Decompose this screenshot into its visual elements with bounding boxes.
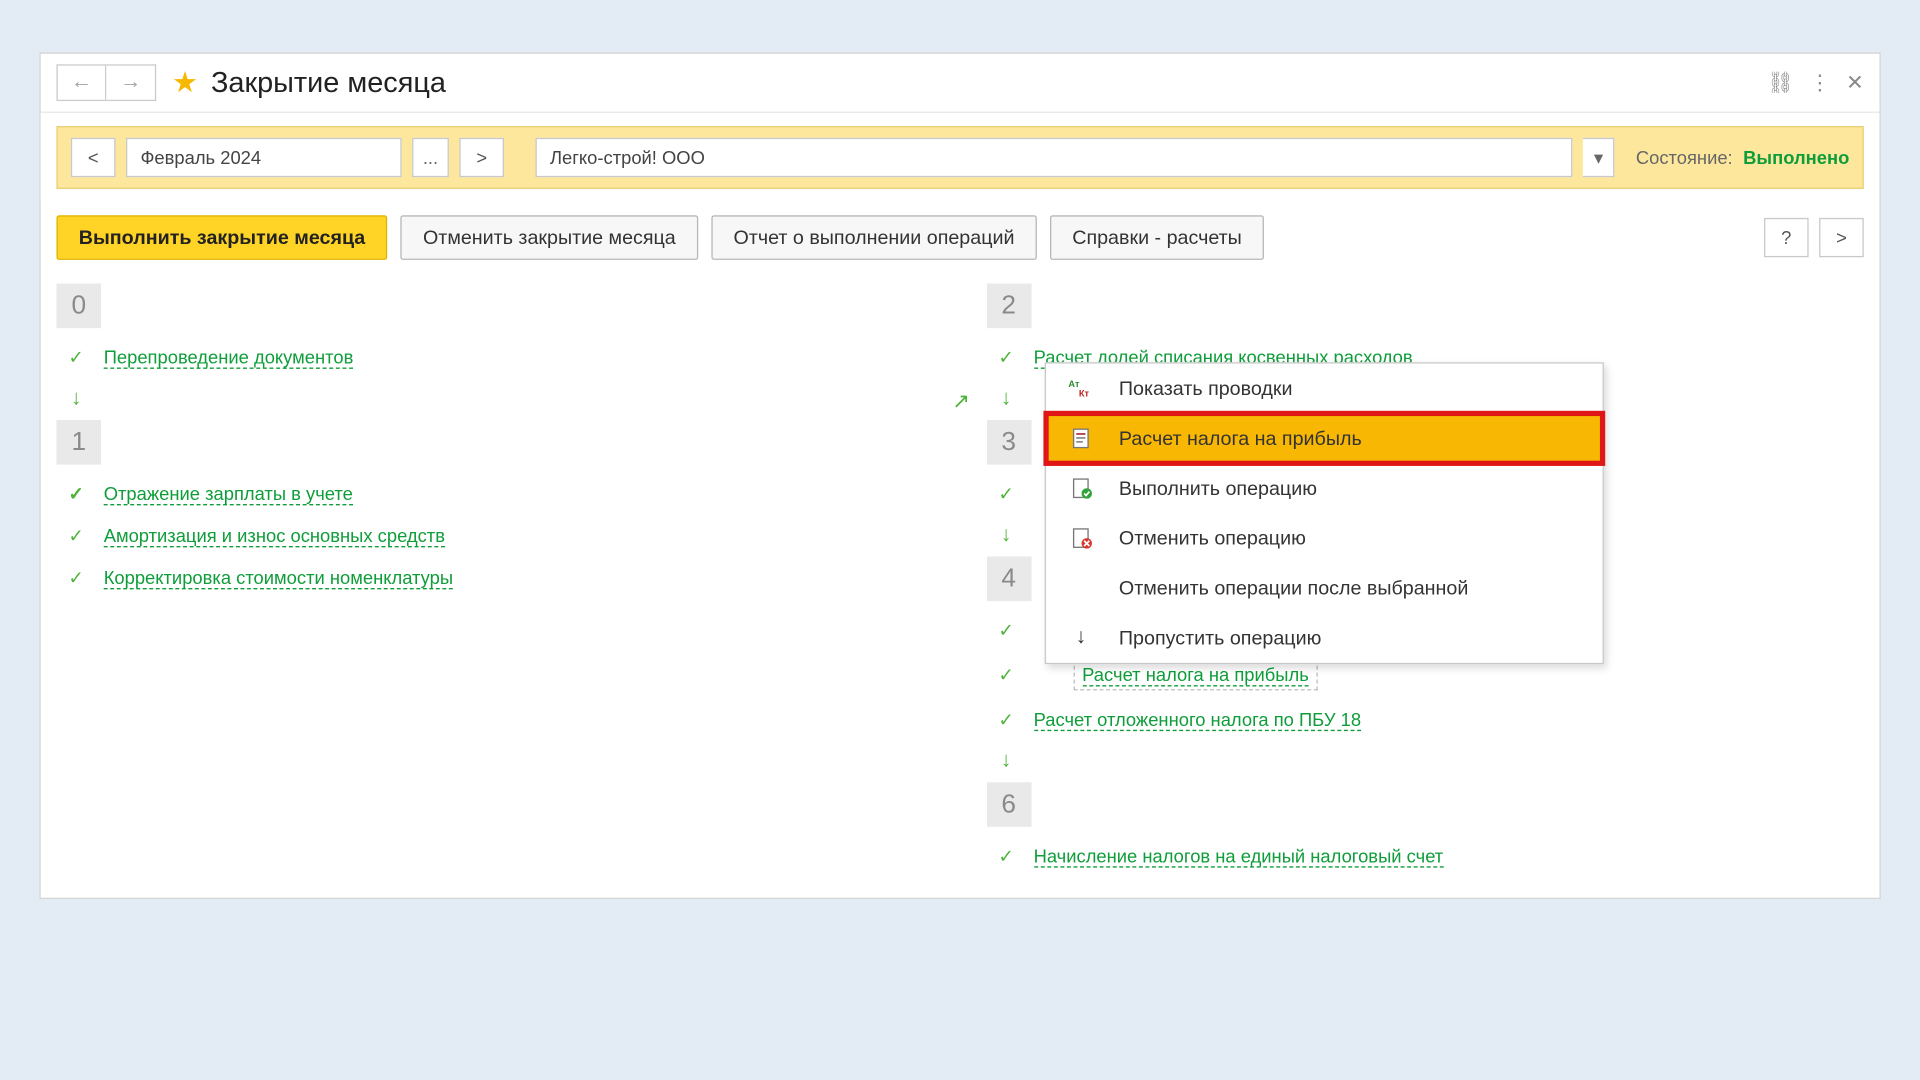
nav-back-button[interactable]: ← xyxy=(56,64,106,101)
status-label: Состояние: xyxy=(1636,147,1733,168)
step-0-badge: 0 xyxy=(56,284,101,329)
status-value: Выполнено xyxy=(1743,147,1849,168)
kebab-menu-icon[interactable]: ⋮ xyxy=(1809,70,1830,96)
page-title: Закрытие месяца xyxy=(211,66,446,100)
op-profit-tax[interactable]: Расчет налога на прибыль xyxy=(1082,664,1309,686)
jump-arrow-icon: ↗ xyxy=(952,389,970,415)
step-2-badge: 2 xyxy=(986,284,1031,329)
step-1-badge: 1 xyxy=(56,420,101,465)
check-icon: ✓ xyxy=(994,619,1018,641)
help-button[interactable]: ? xyxy=(1764,218,1809,257)
period-picker-button[interactable]: ... xyxy=(412,138,449,177)
ctx-item-label: Отменить операции после выбранной xyxy=(1119,577,1468,599)
ctx-item-label: Отменить операцию xyxy=(1119,527,1306,549)
skip-arrow-icon: ↓ xyxy=(1066,626,1095,650)
actions-bar: Выполнить закрытие месяца Отменить закры… xyxy=(41,202,1880,278)
references-button[interactable]: Справки - расчеты xyxy=(1050,215,1264,260)
link-icon[interactable]: ⛓ xyxy=(1767,70,1794,96)
op-cost-correction[interactable]: Корректировка стоимости номенклатуры xyxy=(104,566,453,588)
arrow-down-icon: ↓ xyxy=(994,524,1018,548)
more-actions-button[interactable]: > xyxy=(1819,218,1864,257)
check-icon: ✓ xyxy=(994,663,1018,685)
document-icon xyxy=(1066,427,1095,451)
check-icon: ✓ xyxy=(64,482,88,504)
step-6-badge: 6 xyxy=(986,782,1031,827)
step-4-badge: 4 xyxy=(986,557,1031,602)
operations-body: 0 ✓ Перепроведение документов ↓ 1 ✓ Отра… xyxy=(41,278,1880,898)
check-icon: ✓ xyxy=(994,482,1018,504)
favorite-star-icon[interactable]: ★ xyxy=(172,66,198,100)
right-column: ↗ 2 ✓ Расчет долей списания косвенных ра… xyxy=(986,284,1863,877)
period-field[interactable]: Февраль 2024 xyxy=(126,138,402,177)
check-icon: ✓ xyxy=(994,346,1018,368)
run-op-icon xyxy=(1066,476,1095,500)
ctx-item-label: Расчет налога на прибыль xyxy=(1119,427,1362,449)
op-salary-reflection[interactable]: Отражение зарплаты в учете xyxy=(104,482,353,504)
left-column: 0 ✓ Перепроведение документов ↓ 1 ✓ Отра… xyxy=(56,284,933,877)
op-unified-tax[interactable]: Начисление налогов на единый налоговый с… xyxy=(1034,845,1444,867)
op-deferred-tax-pbu18[interactable]: Расчет отложенного налога по ПБУ 18 xyxy=(1034,708,1361,730)
ctx-run-operation[interactable]: Выполнить операцию xyxy=(1045,463,1602,513)
ctx-item-label: Показать проводки xyxy=(1119,377,1293,399)
op-row: ✓ Перепроведение документов xyxy=(56,336,933,378)
ctx-item-label: Пропустить операцию xyxy=(1119,627,1321,649)
check-icon: ✓ xyxy=(994,845,1018,867)
op-row: ✓ Амортизация и износ основных средств xyxy=(56,515,933,557)
ctx-profit-tax[interactable]: Расчет налога на прибыль xyxy=(1045,413,1602,463)
op-repost-documents[interactable]: Перепроведение документов xyxy=(104,346,354,368)
filter-bar: < Февраль 2024 ... > Легко-строй! ООО ▾ … xyxy=(41,113,1880,202)
arrow-down-icon: ↓ xyxy=(994,387,1018,411)
blank-icon xyxy=(1066,576,1095,600)
svg-text:Кт: Кт xyxy=(1078,388,1089,397)
filter-strip: < Февраль 2024 ... > Легко-строй! ООО ▾ … xyxy=(56,126,1863,189)
check-icon: ✓ xyxy=(64,566,88,588)
op-row: ✓ Расчет отложенного налога по ПБУ 18 xyxy=(986,698,1863,740)
op-depreciation[interactable]: Амортизация и износ основных средств xyxy=(104,524,445,546)
nav-forward-button[interactable]: → xyxy=(106,64,156,101)
titlebar: ← → ★ Закрытие месяца ⛓ ⋮ ✕ xyxy=(41,54,1880,113)
check-icon: ✓ xyxy=(994,708,1018,730)
ctx-skip-operation[interactable]: ↓ Пропустить операцию xyxy=(1045,613,1602,663)
cancel-close-month-button[interactable]: Отменить закрытие месяца xyxy=(401,215,698,260)
month-close-window: ← → ★ Закрытие месяца ⛓ ⋮ ✕ < Февраль 20… xyxy=(39,53,1880,900)
context-menu: AтКт Показать проводки Расчет налога на … xyxy=(1044,362,1603,664)
op-row: ✓ Начисление налогов на единый налоговый… xyxy=(986,835,1863,877)
arrow-down-icon: ↓ xyxy=(64,387,88,411)
check-icon: ✓ xyxy=(64,346,88,368)
ctx-item-label: Выполнить операцию xyxy=(1119,477,1317,499)
op-row: ✓ Корректировка стоимости номенклатуры xyxy=(56,557,933,599)
ctx-cancel-operation[interactable]: Отменить операцию xyxy=(1045,513,1602,563)
entries-dtct-icon: AтКт xyxy=(1066,377,1095,401)
operations-report-button[interactable]: Отчет о выполнении операций xyxy=(711,215,1037,260)
period-next-button[interactable]: > xyxy=(459,138,504,177)
op-row: ✓ Отражение зарплаты в учете xyxy=(56,473,933,515)
run-close-month-button[interactable]: Выполнить закрытие месяца xyxy=(56,215,387,260)
ctx-show-entries[interactable]: AтКт Показать проводки xyxy=(1045,364,1602,414)
check-icon: ✓ xyxy=(64,524,88,546)
arrow-down-icon: ↓ xyxy=(994,749,1018,773)
close-icon[interactable]: ✕ xyxy=(1846,70,1864,96)
cancel-op-icon xyxy=(1066,526,1095,550)
organization-dropdown-button[interactable]: ▾ xyxy=(1583,138,1615,177)
ctx-cancel-after[interactable]: Отменить операции после выбранной xyxy=(1045,563,1602,613)
period-prev-button[interactable]: < xyxy=(71,138,116,177)
step-3-badge: 3 xyxy=(986,420,1031,465)
organization-field[interactable]: Легко-строй! ООО xyxy=(536,138,1573,177)
